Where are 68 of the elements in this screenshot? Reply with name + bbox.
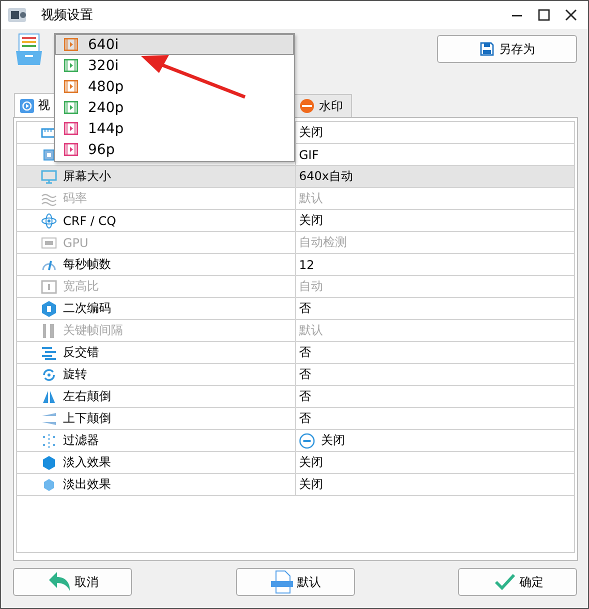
setting-value: 默认 bbox=[299, 190, 323, 207]
table-row[interactable]: 屏幕大小 640x自动 bbox=[17, 166, 574, 188]
setting-value: 640x自动 bbox=[299, 168, 354, 185]
setting-value: 否 bbox=[299, 344, 311, 361]
table-row[interactable]: 反交错 否 bbox=[17, 342, 574, 364]
setting-label: CRF / CQ bbox=[63, 214, 116, 228]
setting-label: 反交错 bbox=[63, 344, 99, 361]
gpu-icon bbox=[41, 234, 57, 250]
dropdown-item[interactable]: 320i bbox=[55, 55, 294, 76]
floppy-icon bbox=[479, 41, 495, 57]
table-row[interactable]: 二次编码 否 bbox=[17, 298, 574, 320]
setting-value: 关闭 bbox=[321, 432, 345, 449]
setting-label: 旋转 bbox=[63, 366, 87, 383]
dialog-button[interactable]: 取消 bbox=[13, 568, 132, 596]
setting-value: 否 bbox=[299, 388, 311, 405]
setting-value: 否 bbox=[299, 410, 311, 427]
hexagon-icon bbox=[41, 454, 57, 470]
bars-icon bbox=[41, 322, 57, 338]
table-row[interactable]: 上下颠倒 否 bbox=[17, 408, 574, 430]
table-row[interactable]: CRF / CQ 关闭 bbox=[17, 210, 574, 232]
save-as-button[interactable]: 另存为 bbox=[437, 35, 577, 63]
filter-icon bbox=[41, 432, 57, 448]
setting-label: 淡出效果 bbox=[63, 476, 111, 493]
setting-value: 自动检测 bbox=[299, 234, 347, 251]
setting-value: 否 bbox=[299, 300, 311, 317]
setting-label: 每秒帧数 bbox=[63, 256, 111, 273]
setting-label: 淡入效果 bbox=[63, 454, 111, 471]
setting-label: 码率 bbox=[63, 190, 87, 207]
table-row[interactable]: 淡入效果 关闭 bbox=[17, 452, 574, 474]
badge-icon bbox=[299, 98, 315, 114]
setting-value: 关闭 bbox=[299, 454, 323, 471]
setting-value: 关闭 bbox=[299, 212, 323, 229]
dropdown-item[interactable]: 640i bbox=[55, 34, 294, 55]
table-row[interactable]: 淡出效果 关闭 bbox=[17, 474, 574, 496]
play-icon bbox=[19, 98, 35, 114]
rotate-icon bbox=[41, 366, 57, 382]
setting-label: 左右颠倒 bbox=[63, 388, 111, 405]
lines-icon bbox=[41, 344, 57, 360]
window-title: 视频设置 bbox=[41, 7, 93, 24]
setting-value: 否 bbox=[299, 366, 311, 383]
setting-label: 二次编码 bbox=[63, 300, 111, 317]
dialog-button[interactable]: 默认 bbox=[236, 568, 354, 596]
setting-label: 宽高比 bbox=[63, 278, 99, 295]
drawer-icon bbox=[15, 33, 43, 67]
dialog-button[interactable]: 确定 bbox=[458, 568, 577, 596]
aspect-icon bbox=[41, 278, 57, 294]
setting-value: GIF bbox=[299, 148, 319, 162]
table-row[interactable]: 左右颠倒 否 bbox=[17, 386, 574, 408]
setting-value: 关闭 bbox=[299, 476, 323, 493]
table-row[interactable]: 过滤器 关闭 bbox=[17, 430, 574, 452]
setting-label: GPU bbox=[63, 236, 88, 250]
setting-value: 自动 bbox=[299, 278, 323, 295]
setting-label: 过滤器 bbox=[63, 432, 99, 449]
setting-value: 关闭 bbox=[299, 124, 323, 141]
flip-icon bbox=[41, 410, 57, 426]
app-icon bbox=[7, 5, 29, 25]
setting-label: 关键帧间隔 bbox=[63, 322, 123, 339]
setting-label: 屏幕大小 bbox=[63, 168, 111, 185]
setting-value: 默认 bbox=[299, 322, 323, 339]
document-icon bbox=[269, 570, 295, 594]
setting-label: 上下颠倒 bbox=[63, 410, 111, 427]
mirror-icon bbox=[41, 388, 57, 404]
hexagon-icon bbox=[41, 476, 57, 492]
atom-icon bbox=[41, 212, 57, 228]
setting-value: 12 bbox=[299, 258, 314, 272]
table-row[interactable]: 每秒帧数 12 bbox=[17, 254, 574, 276]
monitor-icon bbox=[41, 168, 57, 184]
table-row[interactable]: 旋转 否 bbox=[17, 364, 574, 386]
